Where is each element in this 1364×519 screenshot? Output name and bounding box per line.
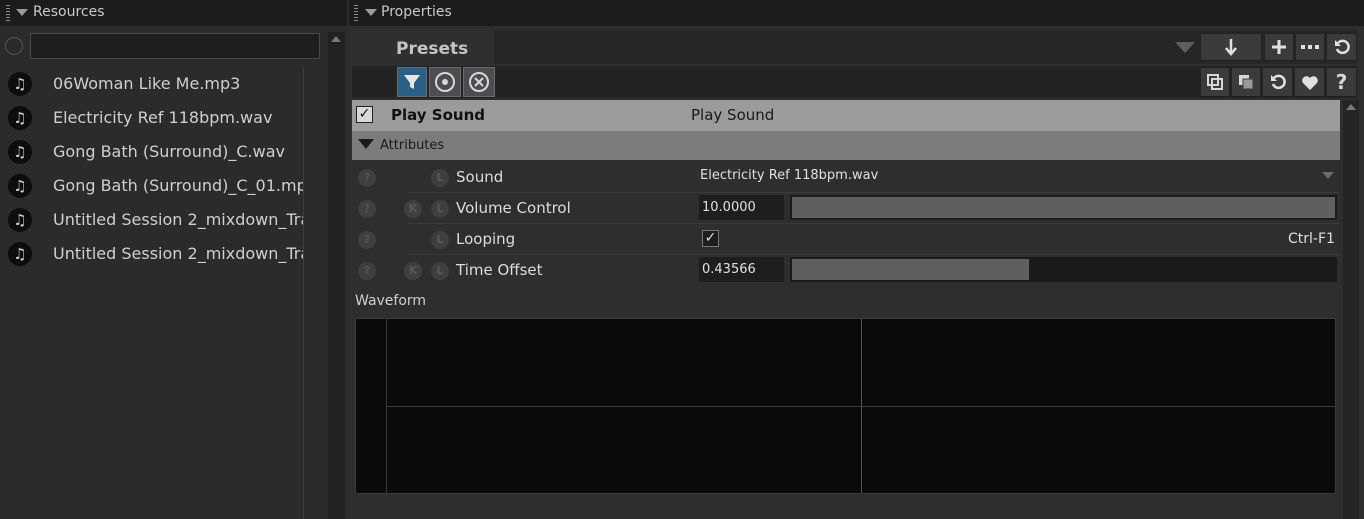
resources-scrollbar[interactable] — [328, 32, 345, 519]
music-note-icon: ♫ — [8, 242, 32, 266]
music-note-icon: ♫ — [8, 174, 32, 198]
more-icon — [1301, 45, 1319, 49]
reset-button[interactable] — [1262, 67, 1293, 97]
volume-slider[interactable] — [790, 195, 1337, 220]
add-button[interactable] — [1264, 33, 1294, 61]
resource-label: Electricity Ref 118bpm.wav — [53, 108, 273, 127]
help-icon[interactable]: ? — [358, 262, 376, 280]
heart-icon — [1301, 76, 1318, 90]
music-note-icon: ♫ — [8, 140, 32, 164]
copy-button[interactable] — [1200, 67, 1230, 97]
time-offset-slider-fill — [792, 259, 1029, 280]
clear-button[interactable] — [463, 67, 495, 97]
resources-column-divider — [303, 66, 304, 519]
music-note-icon: ♫ — [8, 208, 32, 232]
property-label: Looping — [456, 230, 516, 248]
resource-item[interactable]: ♫ 06Woman Like Me.mp3 — [0, 67, 303, 101]
properties-collapse-icon[interactable] — [365, 9, 377, 16]
attributes-section-header[interactable] — [352, 131, 1340, 160]
attributes-label: Attributes — [380, 138, 445, 153]
clear-icon — [469, 72, 489, 92]
property-row-volume: ? K L Volume Control 10.0000 — [352, 193, 1340, 224]
resource-label: 06Woman Like Me.mp3 — [53, 74, 241, 93]
refresh-button[interactable] — [1326, 33, 1357, 61]
properties-header — [349, 0, 1364, 26]
property-label: Volume Control — [456, 199, 571, 217]
component-enabled-checkbox[interactable]: ✓ — [356, 106, 373, 123]
download-icon — [1225, 39, 1237, 56]
property-row-time-offset: ? K L Time Offset 0.43566 — [352, 255, 1340, 286]
presets-dropdown-icon[interactable] — [1175, 42, 1195, 53]
help-icon: ? — [1335, 70, 1348, 94]
music-note-icon: ♫ — [8, 72, 32, 96]
lock-icon[interactable]: L — [431, 169, 449, 187]
copy-icon — [1207, 74, 1223, 90]
lock-icon[interactable]: L — [431, 231, 449, 249]
paste-icon — [1239, 75, 1254, 90]
resources-grip-handle[interactable] — [6, 5, 10, 21]
resource-label: Gong Bath (Surround)_C_01.mp3 — [53, 176, 303, 195]
resource-label: Untitled Session 2_mixdown_Trac — [53, 210, 303, 229]
volume-slider-fill — [792, 197, 1335, 218]
resources-search-input[interactable] — [30, 33, 320, 59]
keyframe-icon[interactable]: K — [404, 200, 422, 218]
paste-button[interactable] — [1231, 67, 1261, 97]
time-offset-slider[interactable] — [790, 257, 1337, 282]
refresh-icon — [1334, 39, 1350, 55]
component-type: Play Sound — [691, 106, 775, 124]
help-icon[interactable]: ? — [358, 200, 376, 218]
resource-item[interactable]: ♫ Gong Bath (Surround)_C_01.mp3 — [0, 169, 303, 203]
resource-label: Gong Bath (Surround)_C.wav — [53, 142, 285, 161]
sound-dropdown-icon[interactable] — [1322, 172, 1334, 179]
presets-label: Presets — [396, 39, 469, 59]
scroll-up-icon[interactable] — [331, 36, 341, 42]
waveform-view[interactable] — [355, 318, 1336, 494]
property-row-looping: ? L Looping ✓ Ctrl-F1 — [352, 224, 1340, 255]
target-button[interactable] — [429, 67, 461, 97]
looping-shortcut: Ctrl-F1 — [1288, 231, 1335, 247]
keyframe-icon[interactable]: K — [404, 262, 422, 280]
reset-icon — [1270, 74, 1286, 90]
component-header-row — [352, 100, 1340, 131]
add-icon — [1272, 40, 1286, 54]
resources-collapse-icon[interactable] — [16, 9, 28, 16]
scroll-up-icon[interactable] — [1346, 104, 1356, 110]
lock-icon[interactable]: L — [431, 262, 449, 280]
property-row-sound: ? L Sound Electricity Ref 118bpm.wav — [352, 162, 1340, 193]
attributes-collapse-icon[interactable] — [358, 139, 374, 149]
help-icon[interactable]: ? — [358, 169, 376, 187]
resources-title: Resources — [33, 4, 105, 20]
resource-label: Untitled Session 2_mixdown_Trac — [53, 244, 303, 263]
waveform-label: Waveform — [355, 293, 427, 309]
resource-item[interactable]: ♫ Electricity Ref 118bpm.wav — [0, 101, 303, 135]
help-icon[interactable]: ? — [358, 231, 376, 249]
volume-value-input[interactable]: 10.0000 — [699, 195, 784, 220]
music-note-icon: ♫ — [8, 106, 32, 130]
property-label: Time Offset — [456, 261, 543, 279]
search-icon — [5, 37, 23, 55]
properties-grip-handle[interactable] — [354, 5, 358, 21]
download-button[interactable] — [1200, 33, 1262, 61]
lock-icon[interactable]: L — [431, 200, 449, 218]
more-button[interactable] — [1295, 33, 1325, 61]
waveform-playhead[interactable] — [861, 319, 862, 493]
resource-item[interactable]: ♫ Gong Bath (Surround)_C.wav — [0, 135, 303, 169]
time-offset-value-input[interactable]: 0.43566 — [699, 257, 784, 282]
properties-title: Properties — [381, 4, 452, 20]
looping-checkbox[interactable]: ✓ — [702, 230, 719, 247]
filter-icon — [404, 75, 420, 89]
favorite-button[interactable] — [1294, 67, 1325, 97]
target-icon — [435, 72, 455, 92]
sound-select-value[interactable]: Electricity Ref 118bpm.wav — [700, 168, 878, 183]
help-button[interactable]: ? — [1326, 67, 1357, 97]
resource-item[interactable]: ♫ Untitled Session 2_mixdown_Trac — [0, 203, 303, 237]
filter-button[interactable] — [397, 67, 427, 97]
property-label: Sound — [456, 168, 504, 186]
resource-item[interactable]: ♫ Untitled Session 2_mixdown_Trac — [0, 237, 303, 271]
properties-scrollbar[interactable] — [1343, 100, 1359, 519]
component-name: Play Sound — [391, 106, 485, 124]
